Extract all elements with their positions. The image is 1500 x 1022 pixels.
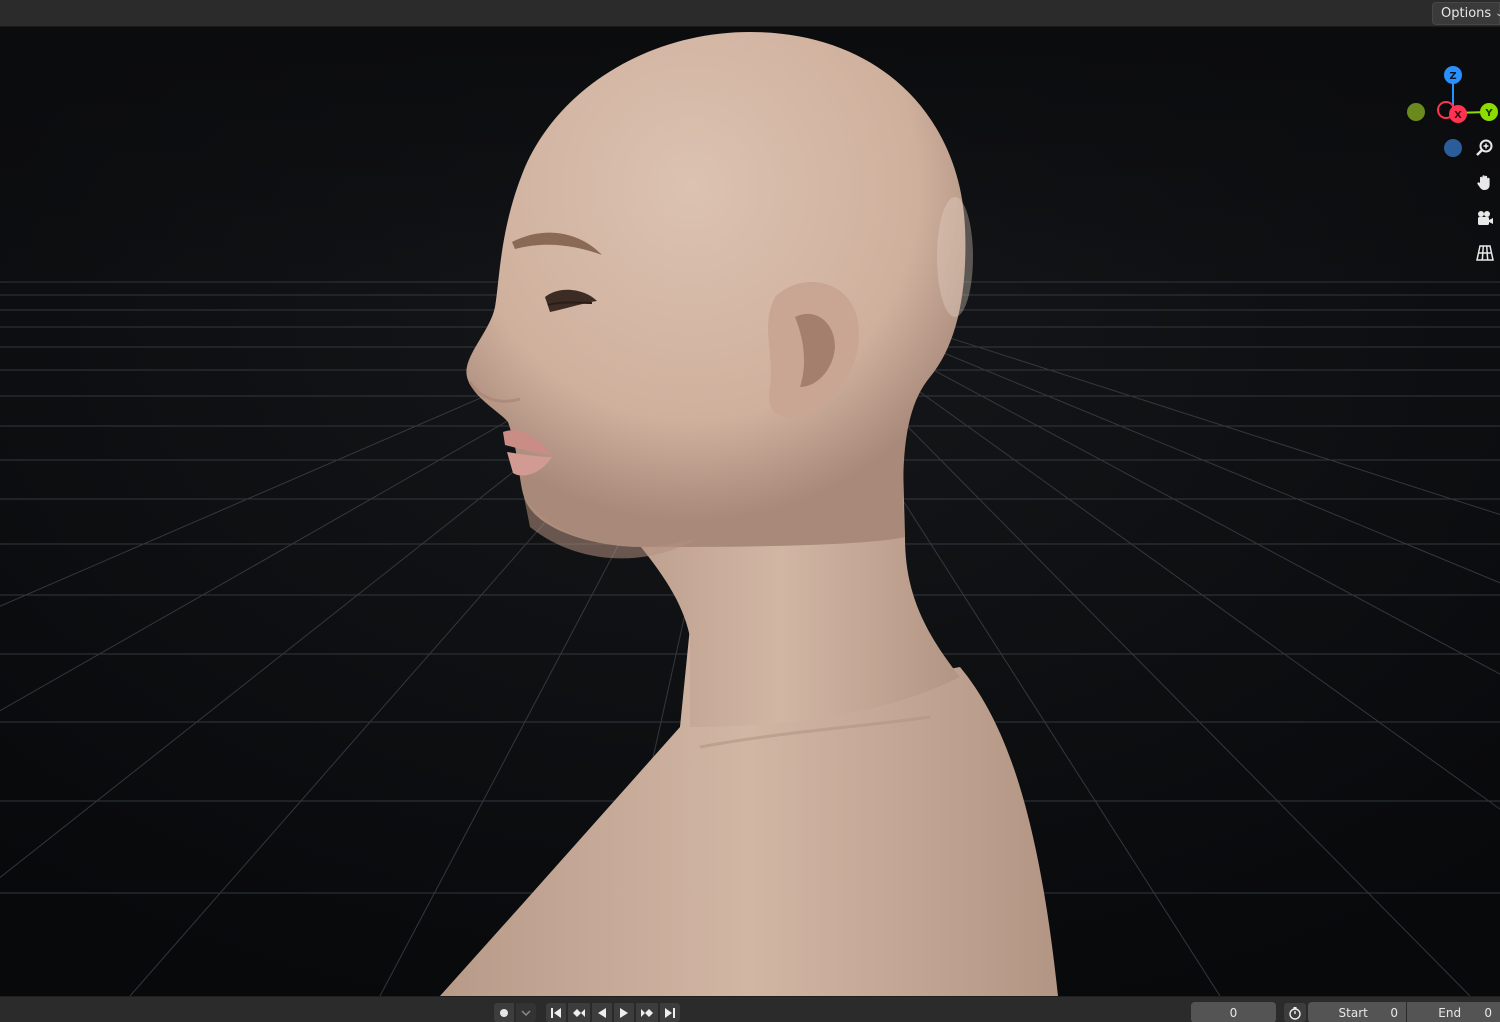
y-axis-label: Y: [1484, 108, 1493, 119]
end-frame-field[interactable]: End 0: [1407, 1002, 1500, 1022]
camera-view-icon[interactable]: [1470, 203, 1500, 233]
jump-to-next-keyframe-button[interactable]: [635, 1002, 659, 1022]
jump-end-icon: [665, 1007, 675, 1018]
prev-keyframe-icon: [573, 1008, 585, 1017]
start-frame-value: 0: [1390, 1005, 1398, 1020]
timeline-header: 0 Start 0 End 0: [0, 996, 1500, 1022]
current-frame-value: 0: [1229, 1005, 1238, 1020]
jump-to-prev-keyframe-button[interactable]: [567, 1002, 591, 1022]
viewport-scene: [0, 27, 1500, 996]
start-frame-label: Start: [1338, 1005, 1368, 1020]
end-frame-value: 0: [1484, 1005, 1492, 1020]
3d-viewport[interactable]: Z X Y: [0, 27, 1500, 996]
hand-pan-icon[interactable]: [1470, 168, 1500, 198]
neg-y-axis-handle: [1407, 103, 1425, 121]
record-icon: [500, 1008, 508, 1017]
options-label: Options: [1441, 6, 1492, 21]
z-axis-label: Z: [1449, 71, 1456, 82]
playback-timer-button[interactable]: [1283, 1002, 1307, 1022]
chevron-down-icon: [521, 1009, 531, 1016]
zoom-icon[interactable]: [1470, 133, 1500, 163]
viewport-header: Options ⌄: [0, 0, 1500, 27]
current-frame-field[interactable]: 0: [1191, 1002, 1276, 1022]
jump-start-icon: [551, 1007, 561, 1018]
record-keyframe-button[interactable]: [493, 1002, 515, 1022]
auto-keying-dropdown[interactable]: [515, 1002, 537, 1022]
x-axis-label: X: [1454, 110, 1462, 121]
start-frame-field[interactable]: Start 0: [1308, 1002, 1406, 1022]
options-dropdown[interactable]: Options ⌄: [1432, 2, 1500, 25]
jump-to-start-button[interactable]: [545, 1002, 567, 1022]
neg-z-axis-handle: [1444, 139, 1462, 157]
perspective-grid-icon[interactable]: [1470, 238, 1500, 268]
chevron-down-icon: ⌄: [1495, 8, 1500, 19]
play-reverse-icon: [598, 1007, 606, 1018]
end-frame-label: End: [1438, 1005, 1462, 1020]
next-keyframe-icon: [641, 1008, 653, 1017]
play-icon: [620, 1007, 628, 1018]
stopwatch-icon: [1289, 1006, 1301, 1020]
jump-to-end-button[interactable]: [659, 1002, 681, 1022]
play-reverse-button[interactable]: [591, 1002, 613, 1022]
play-button[interactable]: [613, 1002, 635, 1022]
